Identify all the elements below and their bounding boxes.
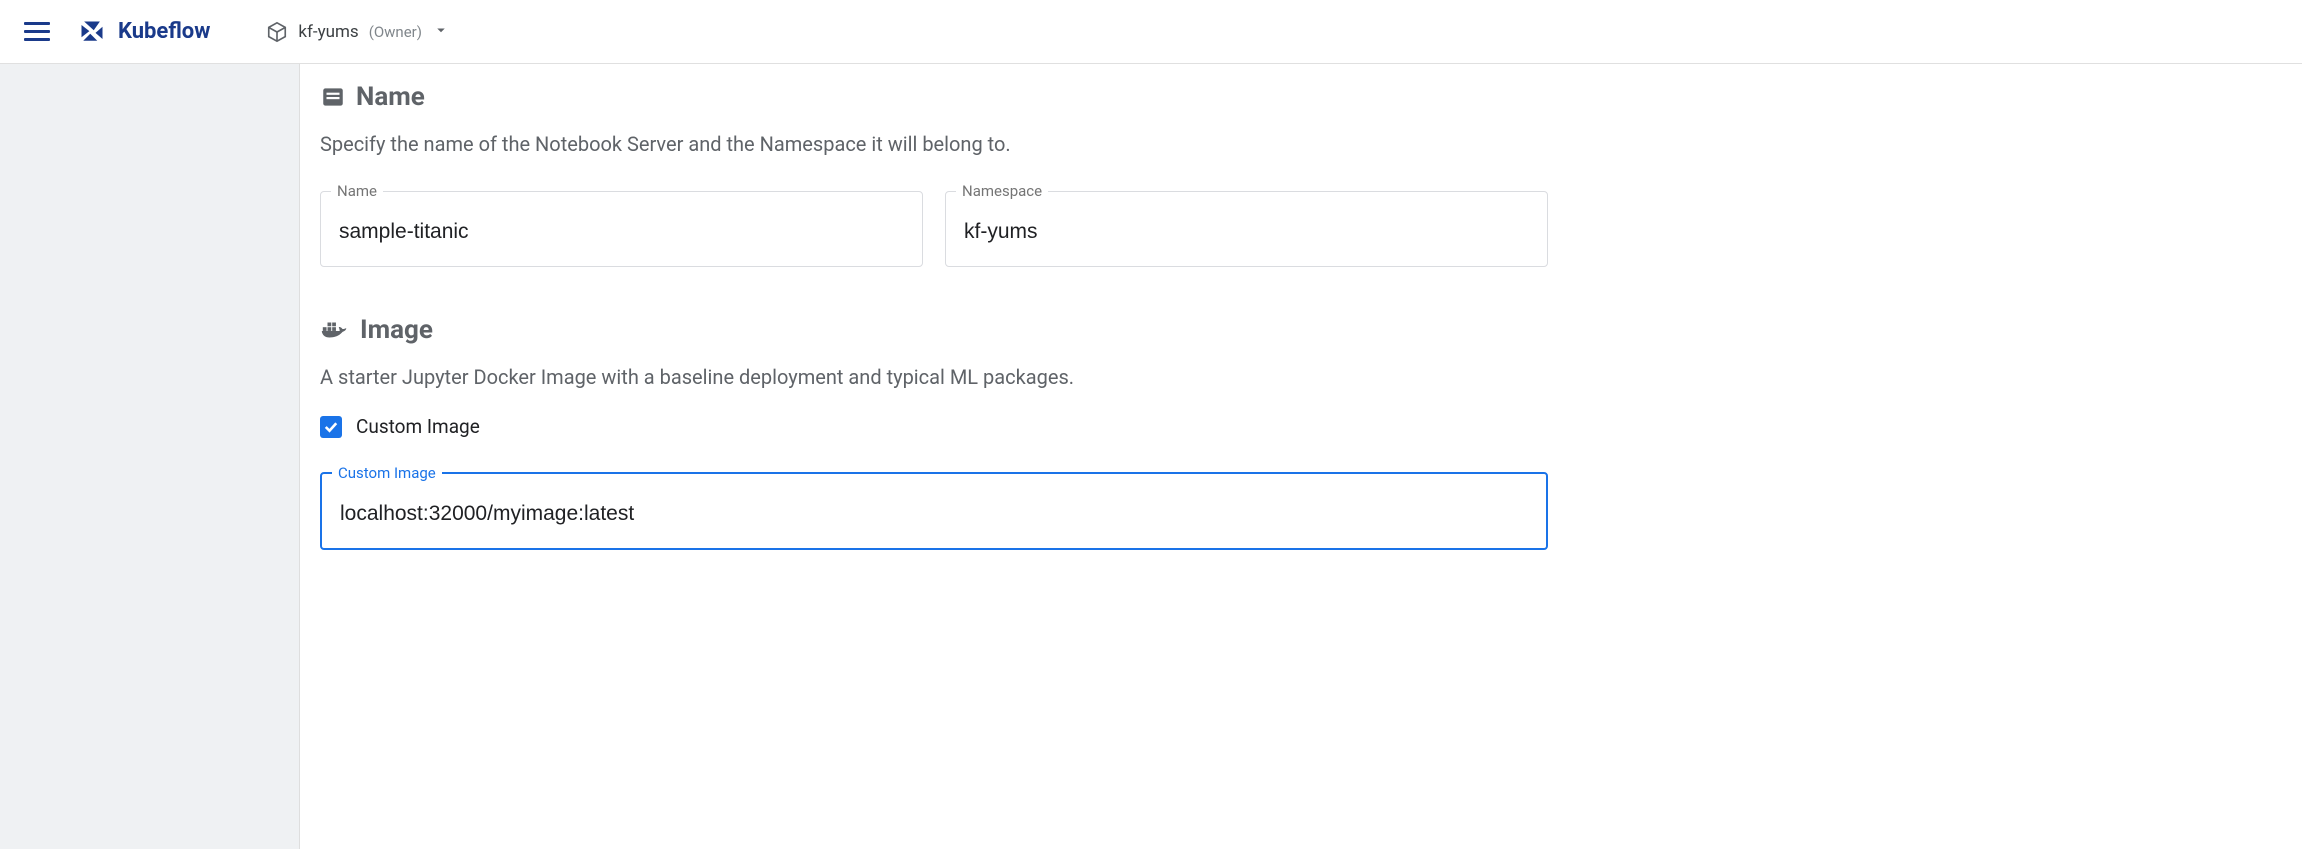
image-section-title: Image: [360, 315, 433, 345]
namespace-role: (Owner): [369, 23, 422, 41]
main-layout: Name Specify the name of the Notebook Se…: [0, 64, 2302, 849]
name-icon: [320, 84, 346, 110]
namespace-selector[interactable]: kf-yums (Owner): [266, 21, 450, 43]
image-section-header: Image: [320, 315, 1548, 345]
hamburger-menu-button[interactable]: [24, 22, 50, 41]
namespace-field-label: Namespace: [956, 182, 1048, 200]
sidebar: [0, 64, 300, 849]
logo-area[interactable]: Kubeflow: [78, 18, 210, 46]
docker-icon: [320, 318, 350, 342]
image-section-description: A starter Jupyter Docker Image with a ba…: [320, 365, 1548, 389]
chevron-down-icon: [432, 21, 450, 43]
custom-image-checkbox-row: Custom Image: [320, 415, 1548, 438]
name-field-wrapper: Name: [320, 182, 923, 267]
name-input[interactable]: [321, 200, 922, 266]
kubeflow-logo-icon: [78, 18, 106, 46]
name-field-label: Name: [331, 182, 383, 200]
namespace-field-wrapper: Namespace: [945, 182, 1548, 267]
namespace-input[interactable]: [946, 200, 1547, 266]
main-content: Name Specify the name of the Notebook Se…: [300, 64, 2302, 849]
name-form-row: Name Namespace: [320, 182, 1548, 267]
namespace-name: kf-yums: [298, 22, 358, 42]
custom-image-field-wrapper: Custom Image: [320, 464, 1548, 550]
top-header: Kubeflow kf-yums (Owner): [0, 0, 2302, 64]
logo-text: Kubeflow: [118, 19, 210, 44]
name-section-description: Specify the name of the Notebook Server …: [320, 132, 1548, 156]
custom-image-field-label: Custom Image: [332, 464, 442, 482]
name-section-header: Name: [320, 82, 1548, 112]
package-icon: [266, 21, 288, 43]
custom-image-input[interactable]: [322, 482, 1546, 548]
custom-image-checkbox-label: Custom Image: [356, 415, 480, 438]
custom-image-checkbox[interactable]: [320, 416, 342, 438]
name-section-title: Name: [356, 82, 425, 112]
